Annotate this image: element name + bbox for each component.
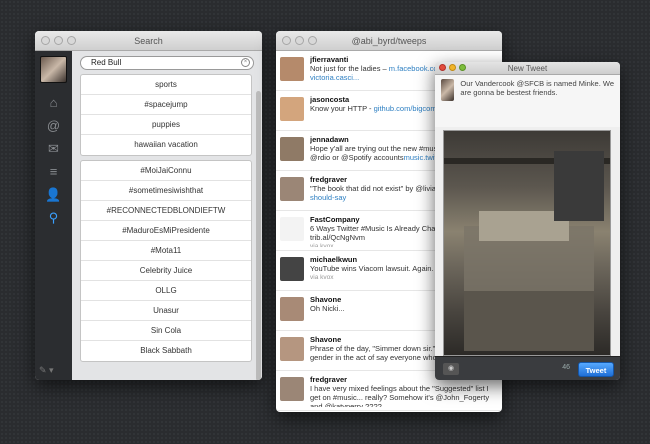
zoom-button[interactable] bbox=[459, 64, 466, 71]
compose-icon[interactable]: ✎ ▾ bbox=[39, 365, 54, 376]
search-window-title: Search bbox=[134, 36, 163, 46]
tweet-author[interactable]: jasoncosta bbox=[310, 95, 437, 104]
character-count: 46 bbox=[562, 364, 570, 371]
sidebar: ⌂ @ ✉ ≡ 👤 ⚲ ✎ ▾ bbox=[35, 51, 72, 380]
search-list-item[interactable]: #sometimesiwishthat bbox=[81, 181, 251, 201]
search-list-item[interactable]: OLLG bbox=[81, 281, 251, 301]
trends-list: #MoiJaiConnu #sometimesiwishthat #RECONNEC… bbox=[80, 160, 252, 362]
tweet-meta[interactable]: via kvox bbox=[310, 273, 434, 282]
avatar[interactable] bbox=[280, 257, 304, 281]
clear-search-icon[interactable]: × bbox=[241, 58, 250, 67]
search-list-item[interactable]: #RECONNECTEDBLONDIEFTW bbox=[81, 201, 251, 221]
zoom-button[interactable] bbox=[67, 36, 76, 45]
tweet-link[interactable]: github.com/bigcom bbox=[374, 104, 437, 113]
tweet-meta[interactable]: victoria.casci... bbox=[310, 73, 438, 82]
search-list-item[interactable]: #MaduroEsMiPresidente bbox=[81, 221, 251, 241]
camera-icon[interactable]: ◉ bbox=[443, 363, 459, 375]
tweet-text: YouTube wins Viacom lawsuit. Again. bbox=[310, 264, 434, 273]
minimize-button[interactable] bbox=[449, 64, 456, 71]
search-window: Search ⌂ @ ✉ ≡ 👤 ⚲ ✎ ▾ Red Bull × sports… bbox=[35, 31, 262, 380]
avatar[interactable] bbox=[280, 377, 304, 401]
new-tweet-window: New Tweet Our Vandercook @SFCB is named … bbox=[435, 62, 620, 380]
tweet-text: "The book that did not exist" by @livia bbox=[310, 184, 436, 193]
attached-photo[interactable] bbox=[443, 130, 611, 356]
tweet-link[interactable]: m.facebook.co bbox=[389, 64, 438, 73]
close-button[interactable] bbox=[282, 36, 291, 45]
avatar[interactable] bbox=[280, 297, 304, 321]
zoom-button[interactable] bbox=[308, 36, 317, 45]
tweet-text: Know your HTTP - bbox=[310, 104, 374, 113]
minimize-button[interactable] bbox=[295, 36, 304, 45]
tweet-compose-text[interactable]: Our Vandercook @SFCB is named Minke. We … bbox=[460, 79, 614, 123]
tweet-button[interactable]: Tweet bbox=[578, 362, 614, 377]
search-icon[interactable]: ⚲ bbox=[35, 206, 72, 229]
tweet-author[interactable]: Shavone bbox=[310, 295, 345, 304]
search-list-item[interactable]: Celebrity Juice bbox=[81, 261, 251, 281]
tweet-author[interactable]: jfierravanti bbox=[310, 55, 438, 64]
search-list-item[interactable]: #MoiJaiConnu bbox=[81, 161, 251, 181]
search-list-item[interactable]: #Mota11 bbox=[81, 241, 251, 261]
search-titlebar: Search bbox=[35, 31, 262, 51]
minimize-button[interactable] bbox=[54, 36, 63, 45]
tweet-author[interactable]: michaelkwun bbox=[310, 255, 434, 264]
avatar[interactable] bbox=[280, 137, 304, 161]
avatar[interactable] bbox=[280, 177, 304, 201]
search-list-item[interactable]: hawaiian vacation bbox=[81, 135, 251, 155]
messages-icon[interactable]: ✉ bbox=[35, 137, 72, 160]
tweet-text: I have very mixed feelings about the "Su… bbox=[310, 384, 490, 407]
search-list-item[interactable]: Unasur bbox=[81, 301, 251, 321]
avatar[interactable] bbox=[280, 97, 304, 121]
mentions-icon[interactable]: @ bbox=[35, 114, 72, 137]
profile-icon[interactable]: 👤 bbox=[35, 183, 72, 206]
avatar[interactable] bbox=[280, 217, 304, 241]
scrollbar[interactable] bbox=[256, 91, 261, 380]
search-list-item[interactable]: #spacejump bbox=[81, 95, 251, 115]
search-input[interactable]: Red Bull × bbox=[80, 56, 254, 70]
search-list-item[interactable]: sports bbox=[81, 75, 251, 95]
avatar bbox=[441, 79, 455, 101]
avatar[interactable] bbox=[280, 337, 304, 361]
avatar[interactable] bbox=[40, 56, 67, 83]
tweet-text: Oh Nicki... bbox=[310, 304, 345, 313]
new-tweet-titlebar: New Tweet bbox=[435, 62, 620, 75]
search-panel: Red Bull × sports #spacejump puppies hawaii… bbox=[72, 51, 262, 380]
search-list-item[interactable]: puppies bbox=[81, 115, 251, 135]
home-icon[interactable]: ⌂ bbox=[35, 91, 72, 114]
search-list-item[interactable]: Sin Cola bbox=[81, 321, 251, 341]
lists-icon[interactable]: ≡ bbox=[35, 160, 72, 183]
timeline-titlebar: @abi_byrd/tweeps bbox=[276, 31, 502, 51]
avatar[interactable] bbox=[280, 57, 304, 81]
search-list-item[interactable]: Black Sabbath bbox=[81, 341, 251, 361]
timeline-window-title: @abi_byrd/tweeps bbox=[351, 36, 427, 46]
saved-searches-list: sports #spacejump puppies hawaiian vacation bbox=[80, 74, 252, 156]
close-button[interactable] bbox=[41, 36, 50, 45]
tweet-text: Not just for the ladies – bbox=[310, 64, 389, 73]
close-button[interactable] bbox=[439, 64, 446, 71]
new-tweet-title: New Tweet bbox=[507, 64, 548, 73]
